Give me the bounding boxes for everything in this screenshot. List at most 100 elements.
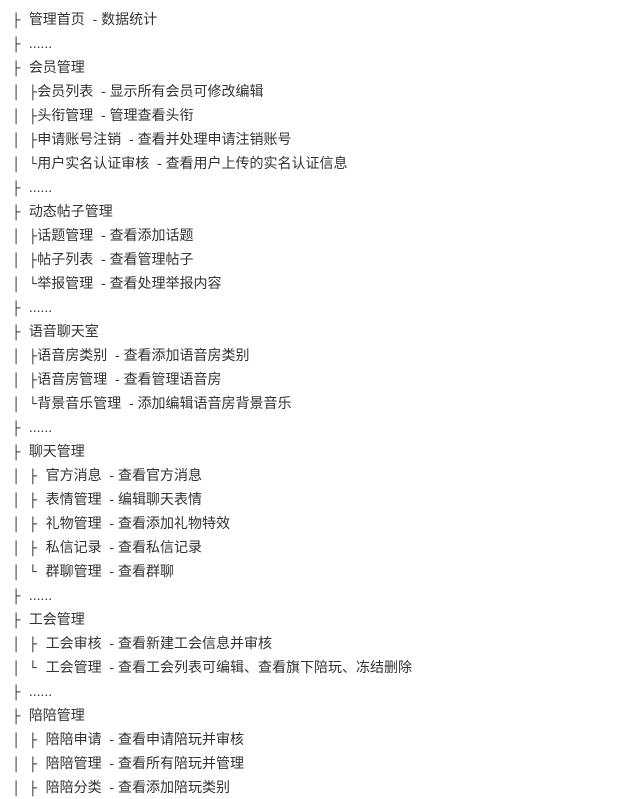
tree-node-desc: 查看官方消息 — [118, 467, 202, 483]
tree-node: │ └ 工会管理 - 查看工会列表可编辑、查看旗下陪玩、冻结删除 — [12, 656, 628, 680]
tree-node: │ ├语音房管理 - 查看管理语音房 — [12, 368, 628, 392]
tree-node-label: ...... — [29, 419, 52, 435]
tree-node-desc: 查看工会列表可编辑、查看旗下陪玩、冻结删除 — [118, 659, 412, 675]
separator: - — [102, 491, 118, 507]
tree-node-desc: 查看管理语音房 — [124, 371, 222, 387]
tree-node-desc: 查看新建工会信息并审核 — [118, 635, 272, 651]
tree-node-label: 举报管理 — [37, 275, 93, 291]
tree-branch-icon: ├ — [12, 445, 29, 461]
tree-node: │ ├ 陪陪分类 - 查看添加陪玩类别 — [12, 776, 628, 799]
tree-node: │ ├帖子列表 - 查看管理帖子 — [12, 248, 628, 272]
tree-branch-icon: ├ — [12, 181, 29, 197]
tree-node-label: 动态帖子管理 — [29, 203, 113, 219]
tree-node: ├ 语音聊天室 — [12, 320, 628, 344]
tree-node: │ ├ 表情管理 - 编辑聊天表情 — [12, 488, 628, 512]
tree-node-label: 会员列表 — [37, 83, 93, 99]
tree-node: ├ ...... — [12, 296, 628, 320]
tree-node-desc: 添加编辑语音房背景音乐 — [138, 395, 292, 411]
tree-branch-icon: ├ — [12, 205, 29, 221]
separator: - — [121, 131, 137, 147]
tree-branch-icon: │ └ — [12, 565, 46, 581]
separator: - — [102, 563, 118, 579]
tree-node-label: 管理首页 — [29, 11, 85, 27]
tree-branch-icon: │ ├ — [12, 373, 37, 389]
tree-node-label: ...... — [29, 299, 52, 315]
tree-branch-icon: ├ — [12, 589, 29, 605]
separator: - — [93, 227, 109, 243]
tree-node-desc: 查看添加陪玩类别 — [118, 779, 230, 795]
separator: - — [102, 779, 118, 795]
separator: - — [93, 275, 109, 291]
tree-node-label: 工会管理 — [46, 659, 102, 675]
separator: - — [93, 107, 109, 123]
tree-node: ├ ...... — [12, 176, 628, 200]
tree-node: ├ 陪陪管理 — [12, 704, 628, 728]
separator: - — [121, 395, 137, 411]
tree-node-label: 官方消息 — [46, 467, 102, 483]
separator: - — [85, 11, 101, 27]
tree-branch-icon: │ └ — [12, 277, 37, 293]
tree-node-desc: 查看并处理申请注销账号 — [138, 131, 292, 147]
tree-branch-icon: │ ├ — [12, 85, 37, 101]
tree-node-desc: 查看群聊 — [118, 563, 174, 579]
tree-node: ├ 工会管理 — [12, 608, 628, 632]
tree-node: │ ├ 陪陪管理 - 查看所有陪玩并管理 — [12, 752, 628, 776]
separator: - — [102, 755, 118, 771]
tree-node: │ ├ 陪陪申请 - 查看申请陪玩并审核 — [12, 728, 628, 752]
tree-node-desc: 查看申请陪玩并审核 — [118, 731, 244, 747]
tree-node-label: 私信记录 — [46, 539, 102, 555]
tree-node-label: 语音聊天室 — [29, 323, 99, 339]
tree-node: │ ├语音房类别 - 查看添加语音房类别 — [12, 344, 628, 368]
tree-node: │ ├ 私信记录 - 查看私信记录 — [12, 536, 628, 560]
tree-node-desc: 查看私信记录 — [118, 539, 202, 555]
tree-node-desc: 查看处理举报内容 — [110, 275, 222, 291]
tree-node-label: 会员管理 — [29, 59, 85, 75]
tree-node: │ ├话题管理 - 查看添加话题 — [12, 224, 628, 248]
tree-branch-icon: │ ├ — [12, 517, 46, 533]
tree-node-label: 工会审核 — [46, 635, 102, 651]
tree-branch-icon: │ ├ — [12, 133, 37, 149]
tree-branch-icon: ├ — [12, 13, 29, 29]
tree-branch-icon: │ ├ — [12, 637, 46, 653]
tree-node-label: ...... — [29, 35, 52, 51]
tree-node: │ ├申请账号注销 - 查看并处理申请注销账号 — [12, 128, 628, 152]
tree-node-label: 群聊管理 — [46, 563, 102, 579]
tree-branch-icon: │ ├ — [12, 253, 37, 269]
tree-node-label: 工会管理 — [29, 611, 85, 627]
tree-node-label: 陪陪申请 — [46, 731, 102, 747]
tree-node: ├ ...... — [12, 584, 628, 608]
separator: - — [102, 539, 118, 555]
tree-node-label: 聊天管理 — [29, 443, 85, 459]
tree-node: │ └ 群聊管理 - 查看群聊 — [12, 560, 628, 584]
tree-branch-icon: │ └ — [12, 157, 37, 173]
tree-node-label: 陪陪管理 — [46, 755, 102, 771]
tree-node: ├ ...... — [12, 416, 628, 440]
tree-branch-icon: ├ — [12, 325, 29, 341]
separator: - — [102, 515, 118, 531]
tree-node-label: 背景音乐管理 — [37, 395, 121, 411]
tree-node-label: 帖子列表 — [37, 251, 93, 267]
tree-node: ├ 管理首页 - 数据统计 — [12, 8, 628, 32]
tree-node: │ ├ 礼物管理 - 查看添加礼物特效 — [12, 512, 628, 536]
tree-node: │ ├会员列表 - 显示所有会员可修改编辑 — [12, 80, 628, 104]
tree-node-desc: 查看所有陪玩并管理 — [118, 755, 244, 771]
tree-node-desc: 查看添加话题 — [110, 227, 194, 243]
separator: - — [107, 371, 123, 387]
separator: - — [102, 635, 118, 651]
tree-node: │ └用户实名认证审核 - 查看用户上传的实名认证信息 — [12, 152, 628, 176]
tree-branch-icon: │ ├ — [12, 781, 46, 797]
tree-node-label: 表情管理 — [46, 491, 102, 507]
tree-node-label: ...... — [29, 179, 52, 195]
tree-branch-icon: │ ├ — [12, 541, 46, 557]
tree-branch-icon: ├ — [12, 37, 29, 53]
tree-node: │ ├ 官方消息 - 查看官方消息 — [12, 464, 628, 488]
tree-node: ├ 动态帖子管理 — [12, 200, 628, 224]
tree-branch-icon: ├ — [12, 613, 29, 629]
tree-node-label: 头衔管理 — [37, 107, 93, 123]
separator: - — [149, 155, 165, 171]
tree-node-label: 礼物管理 — [46, 515, 102, 531]
tree-branch-icon: │ ├ — [12, 733, 46, 749]
tree-node: │ ├头衔管理 - 管理查看头衔 — [12, 104, 628, 128]
separator: - — [102, 731, 118, 747]
tree-node-label: 陪陪管理 — [29, 707, 85, 723]
